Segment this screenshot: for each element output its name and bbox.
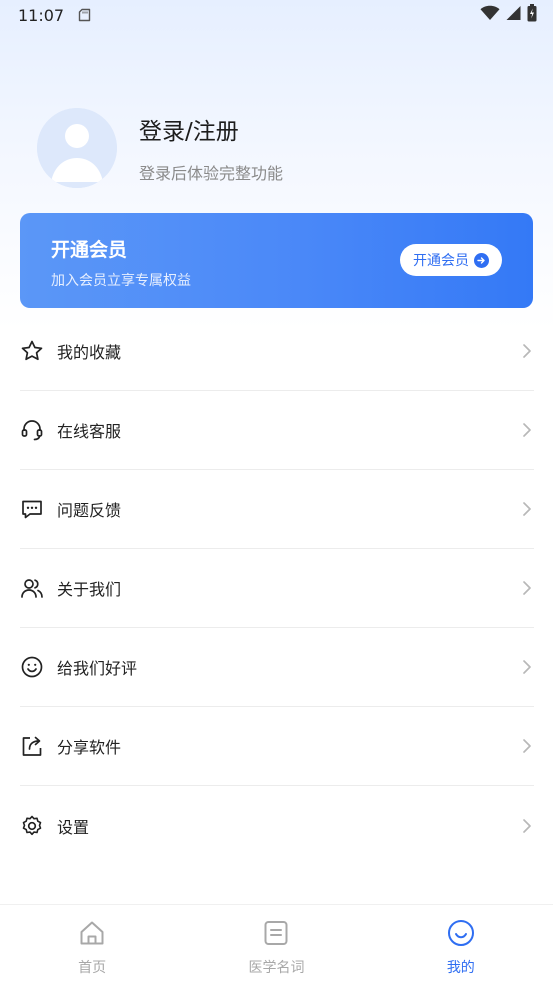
sd-card-icon	[78, 8, 92, 22]
open-vip-button-label: 开通会员	[413, 253, 469, 269]
menu-item-about-us[interactable]: 关于我们	[20, 549, 534, 628]
menu-item-label: 给我们好评	[57, 659, 138, 678]
default-avatar-icon	[37, 108, 117, 188]
signal-icon	[506, 5, 521, 25]
smile-icon	[20, 655, 44, 679]
wifi-icon	[480, 5, 500, 25]
menu-item-label: 分享软件	[57, 738, 122, 757]
login-hint: 登录后体验完整功能	[139, 164, 284, 183]
menu-item-label: 设置	[57, 817, 90, 837]
menu-item-favorites[interactable]: 我的收藏	[20, 312, 534, 391]
menu-item-share-app[interactable]: 分享软件	[20, 707, 534, 786]
tab-label: 医学名词	[248, 960, 305, 976]
vip-subtitle: 加入会员立享专属权益	[51, 273, 191, 289]
chevron-right-icon	[522, 343, 532, 359]
chevron-right-icon	[522, 659, 532, 675]
open-vip-button[interactable]: 开通会员	[400, 244, 502, 276]
chat-icon	[20, 497, 44, 521]
tab-label: 我的	[446, 960, 475, 976]
bottom-tab-bar: 首页 医学名词 我的	[0, 904, 553, 984]
status-icons	[480, 4, 537, 26]
tab-mine[interactable]: 我的	[369, 905, 553, 984]
vip-title: 开通会员	[51, 239, 128, 261]
chevron-right-icon	[522, 422, 532, 438]
status-bar: 11:07	[0, 0, 553, 30]
chevron-right-icon	[522, 501, 532, 517]
menu-item-customer-service[interactable]: 在线客服	[20, 391, 534, 470]
gear-icon	[20, 814, 44, 838]
chevron-right-icon	[522, 738, 532, 754]
status-time: 11:07	[18, 5, 65, 25]
avatar[interactable]	[37, 108, 117, 188]
chevron-right-icon	[522, 818, 532, 834]
tab-label: 首页	[78, 960, 107, 976]
smile-face-icon	[447, 919, 475, 951]
menu-list: 我的收藏 在线客服 问题反馈 关于我们 给我们好评 分享软件 设置	[20, 312, 534, 865]
vip-card[interactable]: 开通会员 加入会员立享专属权益 开通会员	[20, 213, 533, 308]
users-icon	[20, 576, 44, 600]
tab-home[interactable]: 首页	[0, 905, 184, 984]
document-icon	[262, 919, 290, 951]
menu-item-label: 我的收藏	[57, 343, 122, 362]
arrow-right-circle-icon	[474, 252, 489, 268]
tab-medical-terms[interactable]: 医学名词	[184, 905, 368, 984]
menu-item-label: 关于我们	[57, 580, 122, 599]
menu-item-settings[interactable]: 设置	[20, 786, 534, 865]
menu-item-feedback[interactable]: 问题反馈	[20, 470, 534, 549]
share-icon	[20, 734, 44, 758]
home-icon	[78, 919, 106, 951]
login-register-link[interactable]: 登录/注册	[139, 112, 283, 146]
star-icon	[20, 339, 44, 363]
menu-item-rate-us[interactable]: 给我们好评	[20, 628, 534, 707]
chevron-right-icon	[522, 580, 532, 596]
battery-icon	[527, 4, 537, 26]
profile-section[interactable]: 登录/注册 登录后体验完整功能	[37, 108, 283, 188]
menu-item-label: 在线客服	[57, 422, 122, 441]
menu-item-label: 问题反馈	[57, 501, 122, 520]
headset-icon	[20, 418, 44, 442]
